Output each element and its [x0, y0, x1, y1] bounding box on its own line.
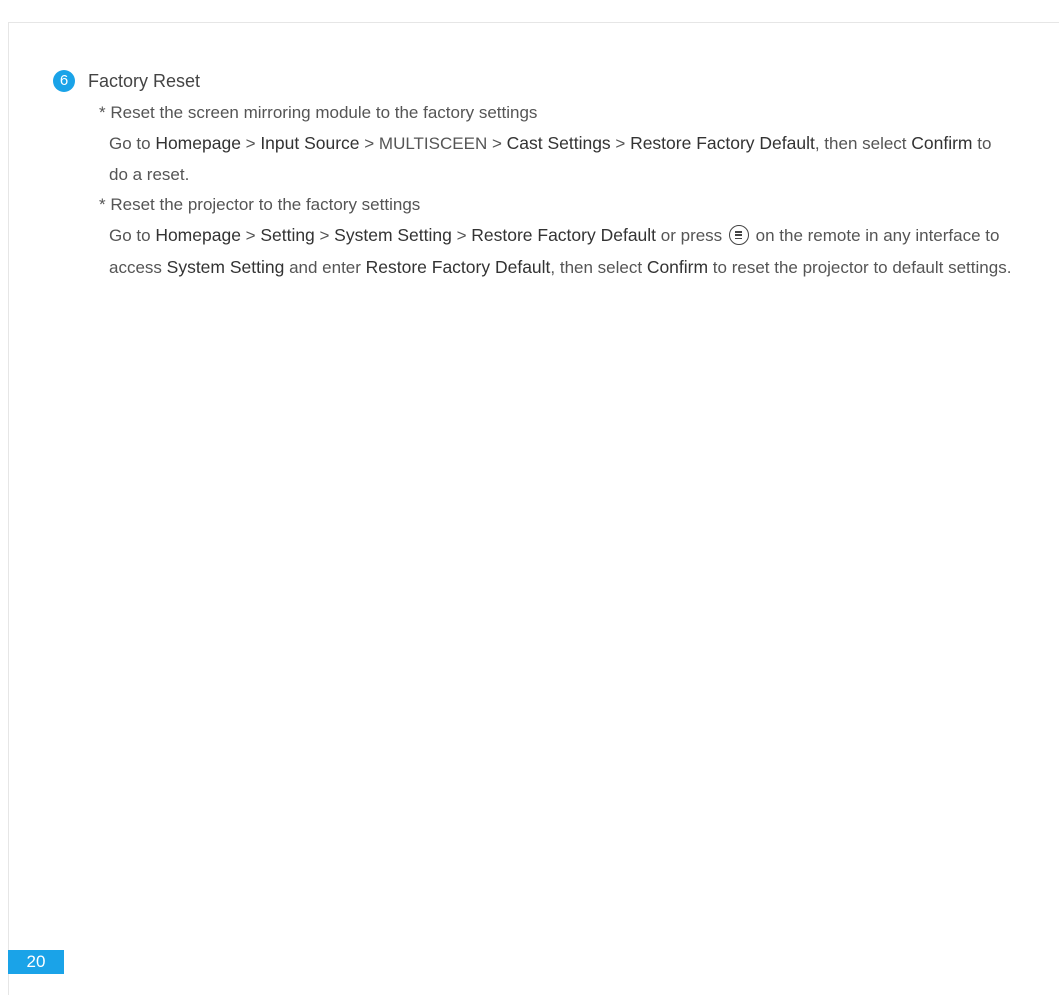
ui-term: System Setting: [334, 225, 452, 245]
factory-reset-section: 6 Factory Reset * Reset the screen mirro…: [52, 67, 1012, 283]
ui-term: Input Source: [260, 133, 360, 153]
page-number-badge: 20: [8, 950, 64, 974]
instruction-title: * Reset the projector to the factory set…: [99, 195, 421, 214]
ui-term: Cast Settings: [506, 133, 611, 153]
ui-term: Restore Factory Default: [630, 133, 815, 153]
instruction-title: * Reset the screen mirroring module to t…: [99, 103, 538, 122]
ui-term: Confirm: [646, 256, 709, 277]
ui-term: Restore Factory Default: [471, 225, 657, 245]
instruction-item-projector: * Reset the projector to the factory set…: [99, 190, 1012, 283]
ui-term: System Setting: [166, 256, 285, 277]
instruction-item-mirroring: * Reset the screen mirroring module to t…: [99, 98, 1012, 190]
menu-button-icon: [728, 225, 749, 245]
section-heading: 6 Factory Reset: [52, 67, 1012, 95]
ui-term: Homepage: [155, 225, 241, 245]
ui-term: Setting: [260, 225, 315, 245]
instruction-body: Go to Homepage > Setting > System Settin…: [109, 225, 1012, 277]
ui-term: Confirm: [911, 133, 973, 153]
section-title: Factory Reset: [88, 70, 201, 91]
ui-term: Homepage: [155, 133, 241, 153]
ui-term: Restore Factory Default: [365, 256, 551, 277]
section-number-badge: 6: [53, 70, 75, 92]
instruction-body: Go to Homepage > Input Source > MULTISCE…: [109, 133, 992, 184]
reset-instructions: * Reset the screen mirroring module to t…: [99, 98, 1012, 283]
